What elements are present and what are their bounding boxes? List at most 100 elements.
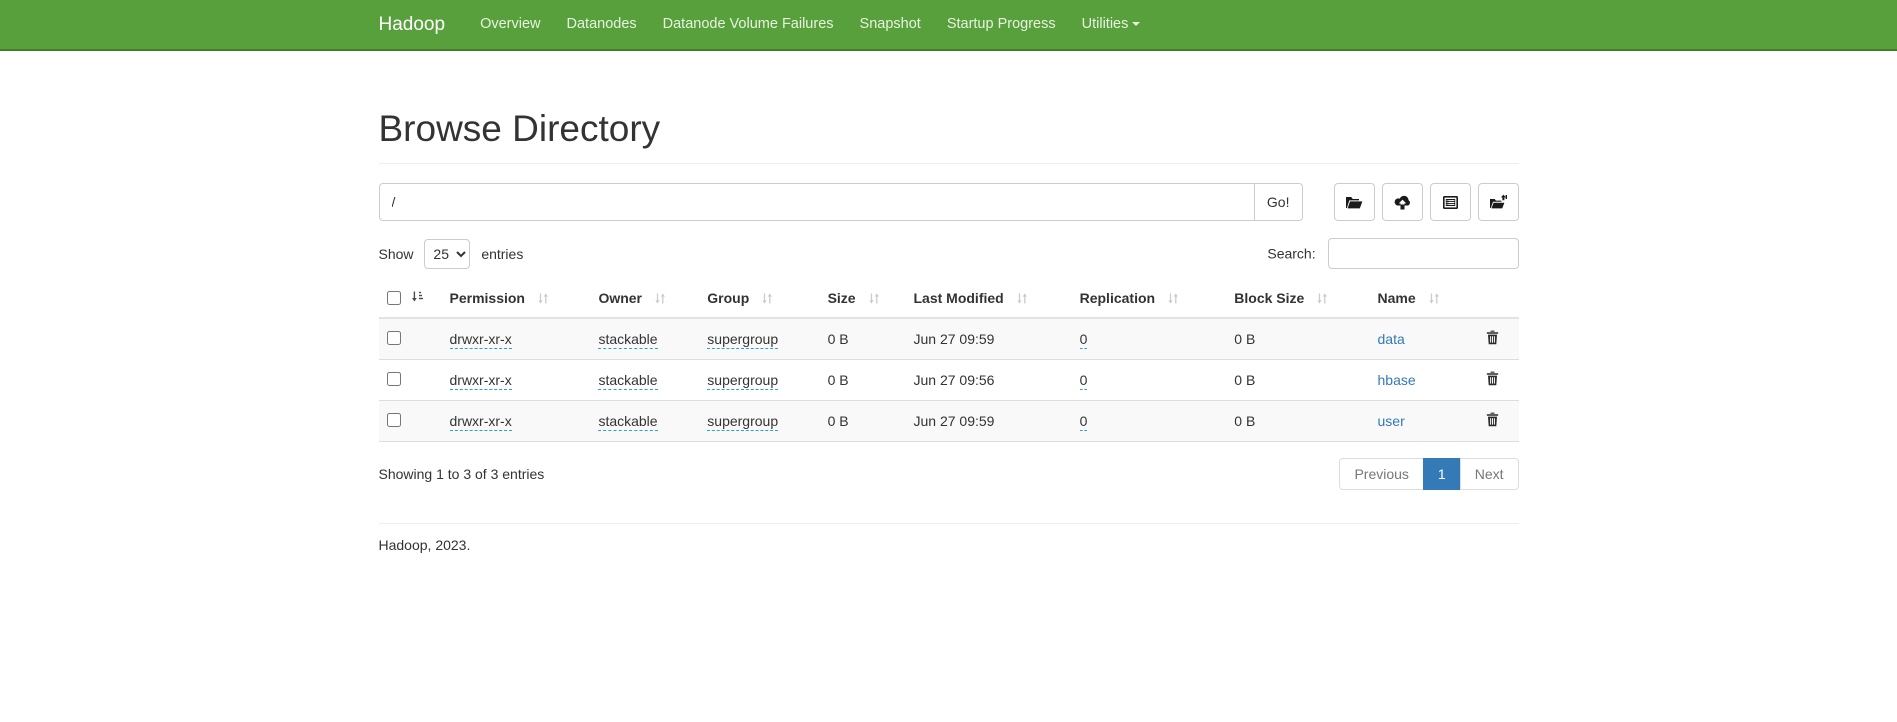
pagination-previous[interactable]: Previous bbox=[1339, 458, 1423, 490]
file-action-buttons bbox=[1334, 183, 1519, 221]
owner-cell[interactable]: stackable bbox=[598, 331, 657, 349]
top-navbar: Hadoop Overview Datanodes Datanode Volum… bbox=[0, 0, 1897, 51]
row-select-checkbox[interactable] bbox=[387, 331, 401, 345]
column-label: Owner bbox=[598, 290, 642, 306]
row-select-checkbox[interactable] bbox=[387, 413, 401, 427]
directory-link[interactable]: data bbox=[1378, 331, 1405, 347]
trash-icon bbox=[1486, 333, 1499, 348]
sort-both-icon bbox=[1167, 292, 1179, 308]
column-header-last-modified[interactable]: Last Modified bbox=[905, 281, 1071, 318]
column-header-actions bbox=[1478, 281, 1518, 318]
column-header-block-size[interactable]: Block Size bbox=[1226, 281, 1369, 318]
navbar-brand[interactable]: Hadoop bbox=[379, 14, 446, 36]
footer-divider bbox=[379, 523, 1519, 524]
folder-open-icon bbox=[1345, 195, 1363, 210]
pagination-next[interactable]: Next bbox=[1460, 458, 1519, 490]
caret-down-icon bbox=[1132, 22, 1140, 26]
group-cell[interactable]: supergroup bbox=[707, 413, 778, 431]
page-header: Browse Directory bbox=[379, 108, 1519, 164]
owner-cell[interactable]: stackable bbox=[598, 413, 657, 431]
directory-listing-table: Permission Owner Group Size Last Modifie… bbox=[379, 281, 1519, 442]
delete-button[interactable] bbox=[1486, 330, 1499, 345]
column-header-group[interactable]: Group bbox=[699, 281, 819, 318]
folder-paste-icon bbox=[1489, 194, 1508, 210]
sort-both-icon bbox=[1428, 292, 1440, 308]
column-label: Last Modified bbox=[913, 290, 1003, 306]
cut-selected-button[interactable] bbox=[1430, 183, 1471, 221]
column-header-name[interactable]: Name bbox=[1370, 281, 1479, 318]
last-modified-cell: Jun 27 09:59 bbox=[913, 413, 994, 429]
table-search-input[interactable] bbox=[1328, 238, 1519, 269]
sort-ascending-icon bbox=[411, 290, 424, 306]
owner-cell[interactable]: stackable bbox=[598, 372, 657, 390]
replication-cell[interactable]: 0 bbox=[1080, 331, 1088, 349]
directory-link[interactable]: hbase bbox=[1378, 372, 1416, 388]
page-title: Browse Directory bbox=[379, 108, 1519, 150]
block-size-cell: 0 B bbox=[1234, 413, 1255, 429]
delete-button[interactable] bbox=[1486, 371, 1499, 386]
trash-icon bbox=[1486, 374, 1499, 389]
column-header-replication[interactable]: Replication bbox=[1072, 281, 1227, 318]
nav-item-datanodes[interactable]: Datanodes bbox=[554, 0, 650, 49]
last-modified-cell: Jun 27 09:56 bbox=[913, 372, 994, 388]
pagination: Previous 1 Next bbox=[1339, 458, 1518, 490]
column-label: Group bbox=[707, 290, 749, 306]
search-label: Search: bbox=[1267, 246, 1315, 262]
sort-both-icon bbox=[537, 292, 549, 308]
column-header-permission[interactable]: Permission bbox=[442, 281, 591, 318]
create-directory-button[interactable] bbox=[1334, 183, 1375, 221]
go-button[interactable]: Go! bbox=[1254, 183, 1303, 221]
nav-item-startup-progress[interactable]: Startup Progress bbox=[934, 0, 1069, 49]
column-label: Block Size bbox=[1234, 290, 1304, 306]
size-cell: 0 B bbox=[828, 331, 849, 347]
group-cell[interactable]: supergroup bbox=[707, 331, 778, 349]
directory-link[interactable]: user bbox=[1378, 413, 1405, 429]
group-cell[interactable]: supergroup bbox=[707, 372, 778, 390]
row-select-checkbox[interactable] bbox=[387, 372, 401, 386]
size-cell: 0 B bbox=[828, 372, 849, 388]
last-modified-cell: Jun 27 09:59 bbox=[913, 331, 994, 347]
pagination-page-1[interactable]: 1 bbox=[1423, 458, 1461, 490]
path-bar: Go! bbox=[379, 183, 1519, 221]
permission-cell[interactable]: drwxr-xr-x bbox=[450, 413, 512, 431]
trash-icon bbox=[1486, 415, 1499, 430]
paste-into-directory-button[interactable] bbox=[1478, 183, 1519, 221]
directory-path-input[interactable] bbox=[379, 183, 1255, 221]
column-label: Name bbox=[1378, 290, 1416, 306]
table-search-control: Search: bbox=[1267, 238, 1518, 269]
permission-cell[interactable]: drwxr-xr-x bbox=[450, 331, 512, 349]
column-label: Replication bbox=[1080, 290, 1155, 306]
replication-cell[interactable]: 0 bbox=[1080, 372, 1088, 390]
entries-label: entries bbox=[481, 246, 523, 262]
sort-both-icon bbox=[1316, 292, 1328, 308]
table-header-row: Permission Owner Group Size Last Modifie… bbox=[379, 281, 1519, 318]
delete-button[interactable] bbox=[1486, 412, 1499, 427]
sort-both-icon bbox=[761, 292, 773, 308]
nav-item-overview[interactable]: Overview bbox=[467, 0, 553, 49]
table-info-text: Showing 1 to 3 of 3 entries bbox=[379, 466, 545, 482]
replication-cell[interactable]: 0 bbox=[1080, 413, 1088, 431]
show-label: Show bbox=[379, 246, 414, 262]
sort-both-icon bbox=[1016, 292, 1028, 308]
sort-both-icon bbox=[868, 292, 880, 308]
nav-item-utilities-dropdown[interactable]: Utilities bbox=[1069, 0, 1154, 49]
page-size-select[interactable]: 25 bbox=[424, 239, 470, 269]
select-all-checkbox[interactable] bbox=[387, 291, 401, 305]
column-header-size[interactable]: Size bbox=[820, 281, 906, 318]
list-alt-icon bbox=[1442, 195, 1459, 210]
table-row: drwxr-xr-x stackable supergroup 0 B Jun … bbox=[379, 318, 1519, 360]
footer-text: Hadoop, 2023. bbox=[379, 537, 1519, 713]
cloud-upload-icon bbox=[1393, 195, 1412, 210]
column-header-select-all[interactable] bbox=[379, 281, 442, 318]
table-controls: Show 25 entries Search: bbox=[379, 238, 1519, 269]
nav-item-datanode-volume-failures[interactable]: Datanode Volume Failures bbox=[650, 0, 847, 49]
permission-cell[interactable]: drwxr-xr-x bbox=[450, 372, 512, 390]
block-size-cell: 0 B bbox=[1234, 331, 1255, 347]
sort-both-icon bbox=[654, 292, 666, 308]
nav-item-snapshot[interactable]: Snapshot bbox=[847, 0, 934, 49]
column-label: Size bbox=[828, 290, 856, 306]
column-header-owner[interactable]: Owner bbox=[590, 281, 699, 318]
page-length-control: Show 25 entries bbox=[379, 239, 524, 269]
block-size-cell: 0 B bbox=[1234, 372, 1255, 388]
upload-files-button[interactable] bbox=[1382, 183, 1423, 221]
